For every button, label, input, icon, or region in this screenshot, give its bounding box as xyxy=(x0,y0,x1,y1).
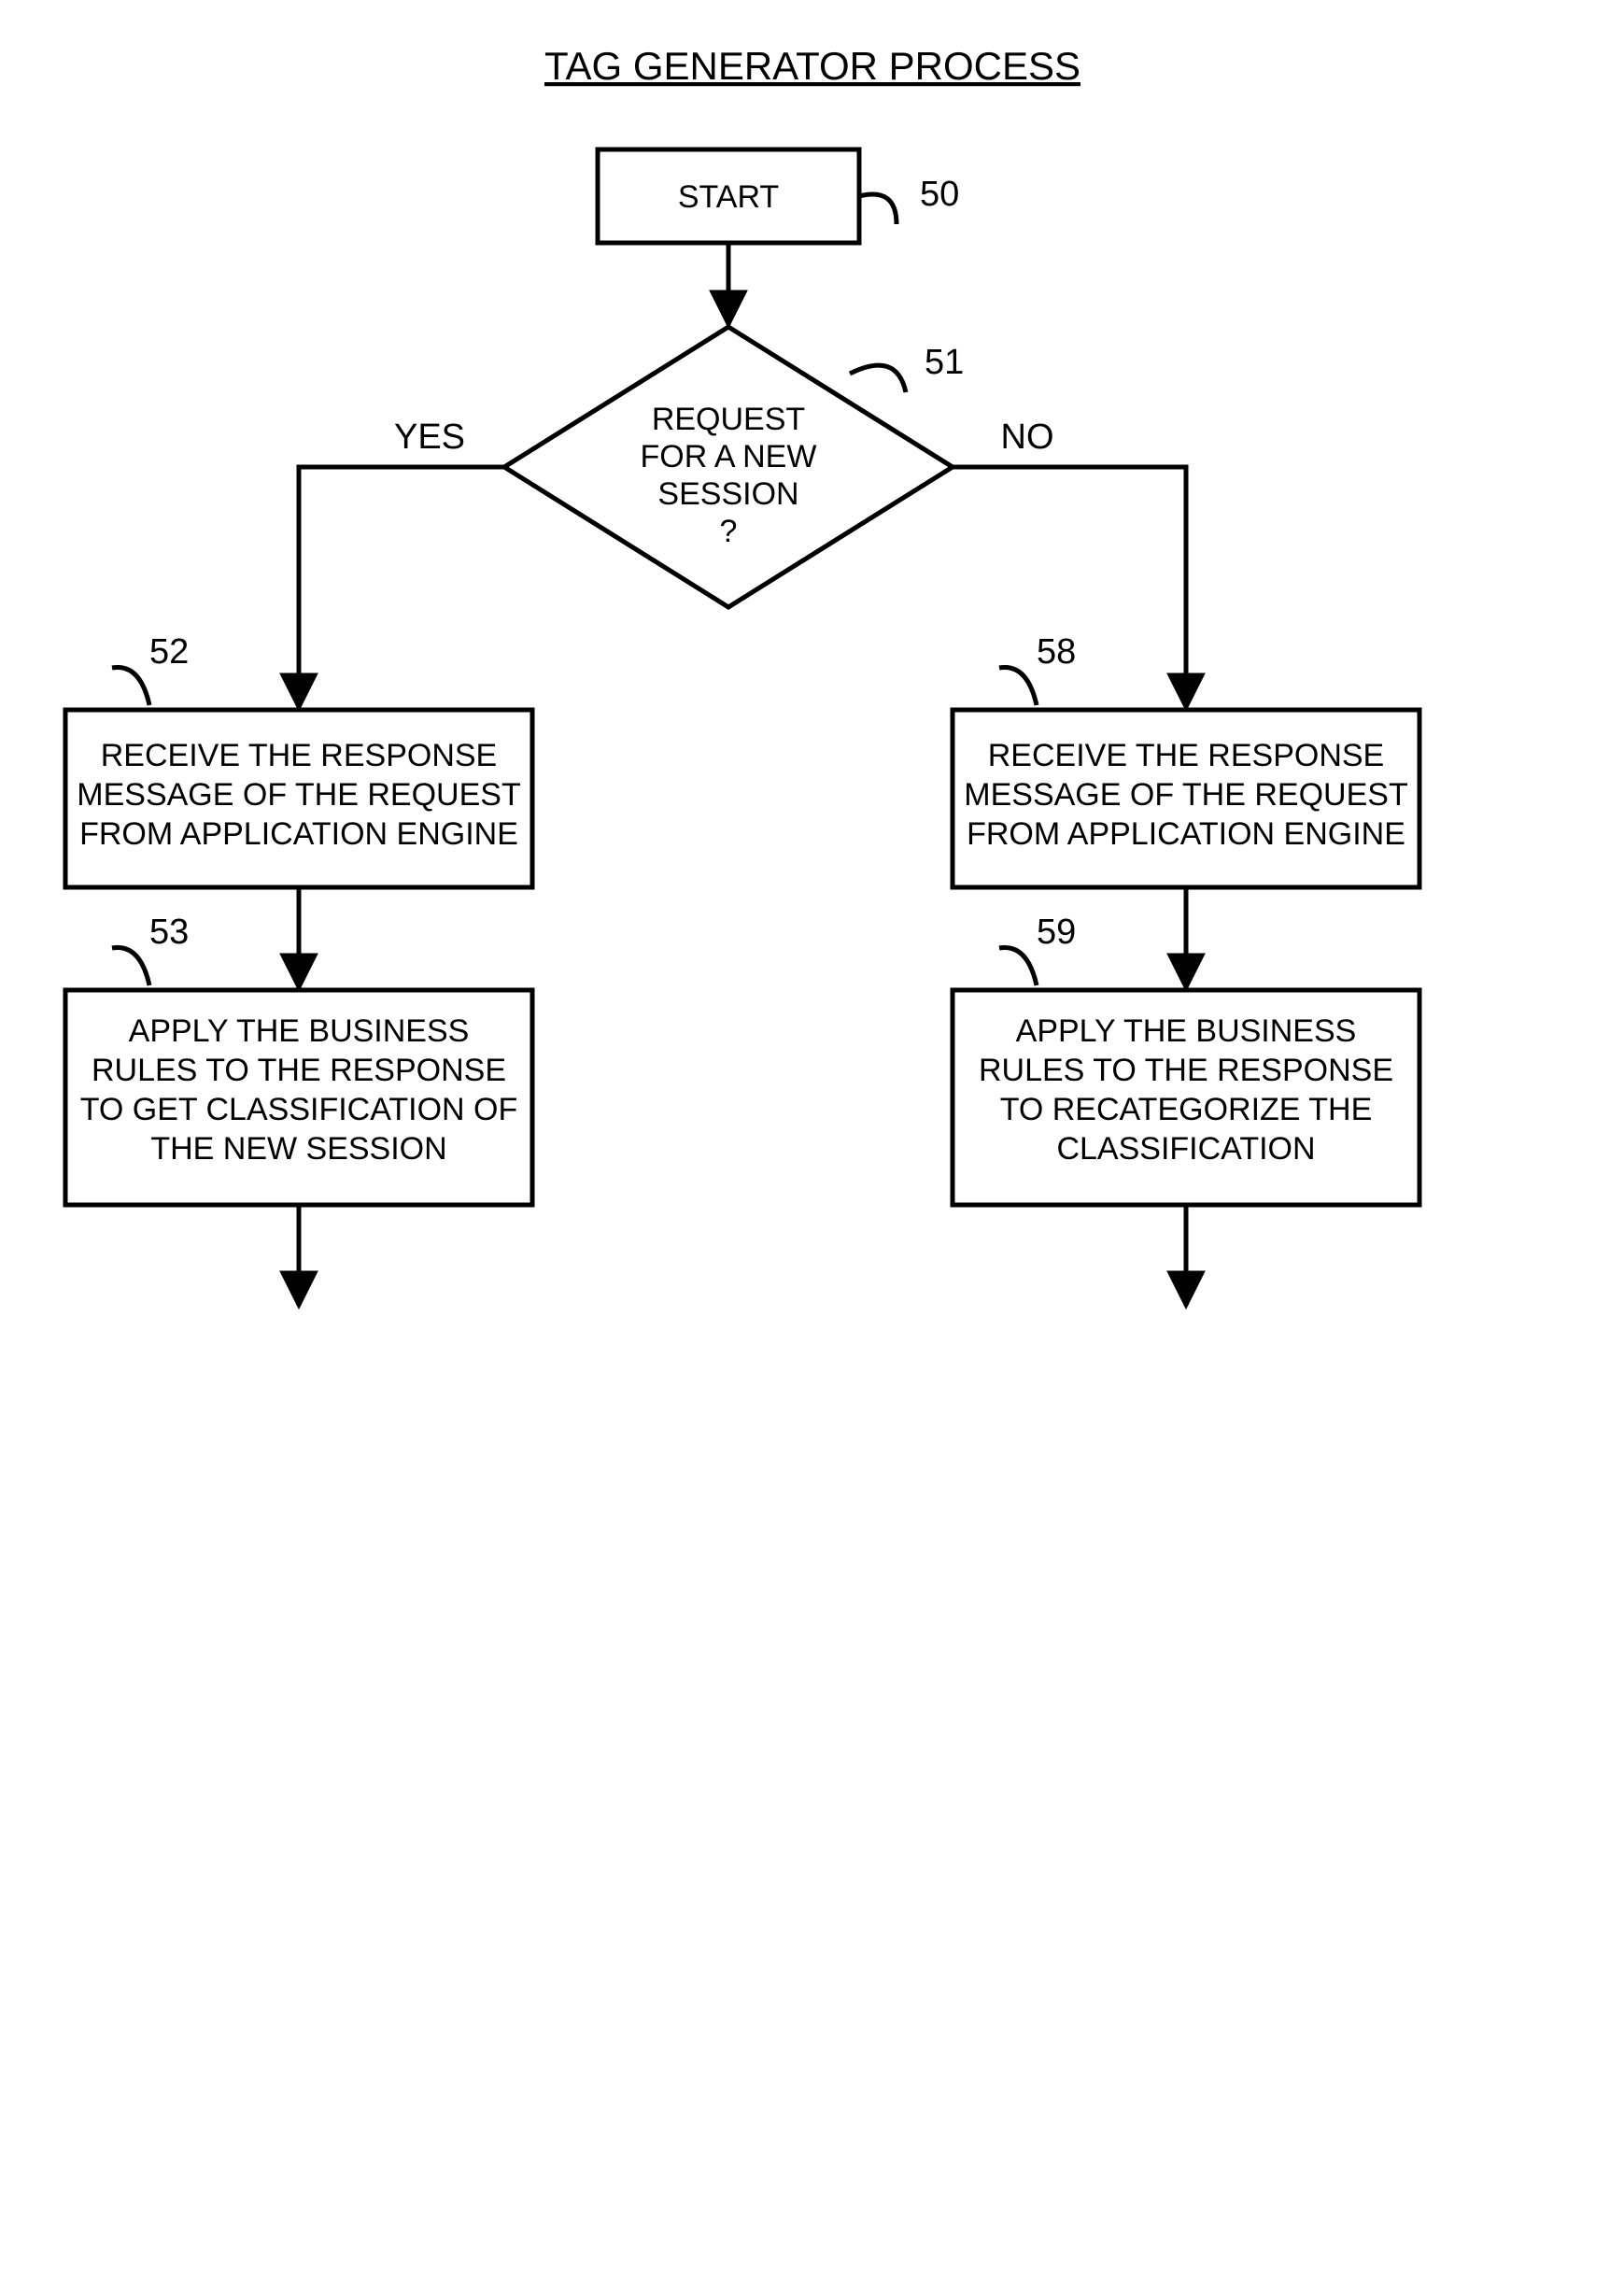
n53-l3: TO GET CLASSIFICATION OF xyxy=(80,1092,518,1127)
n59-l3: TO RECATEGORIZE THE xyxy=(1000,1092,1373,1127)
diagram-title: TAG GENERATOR PROCESS xyxy=(544,44,1080,88)
n53-l4: THE NEW SESSION xyxy=(150,1131,446,1167)
n58-l1: RECEIVE THE RESPONSE xyxy=(988,738,1385,773)
n59-l4: CLASSIFICATION xyxy=(1056,1131,1315,1167)
ref-59: 59 xyxy=(1037,913,1076,952)
n52-l2: MESSAGE OF THE REQUEST xyxy=(77,777,520,813)
no-label: NO xyxy=(1001,418,1054,457)
decision-text-1: REQUEST xyxy=(652,402,805,437)
n58-l3: FROM APPLICATION ENGINE xyxy=(967,816,1405,852)
n58-l2: MESSAGE OF THE REQUEST xyxy=(964,777,1407,813)
decision-text-3: SESSION xyxy=(657,476,798,512)
node-start: START 50 xyxy=(598,149,959,243)
n53-l1: APPLY THE BUSINESS xyxy=(129,1013,470,1049)
yes-label: YES xyxy=(394,418,465,457)
n59-l1: APPLY THE BUSINESS xyxy=(1016,1013,1357,1049)
flowchart: TAG GENERATOR PROCESS START 50 REQUEST F… xyxy=(0,0,1624,2279)
n52-l3: FROM APPLICATION ENGINE xyxy=(79,816,518,852)
n52-l1: RECEIVE THE RESPONSE xyxy=(101,738,498,773)
node-decision: REQUEST FOR A NEW SESSION ? 51 xyxy=(504,327,964,607)
ref-53: 53 xyxy=(149,913,189,952)
edge-no xyxy=(953,467,1186,708)
ref-58: 58 xyxy=(1037,632,1076,672)
n53-l2: RULES TO THE RESPONSE xyxy=(92,1053,506,1088)
decision-text-4: ? xyxy=(720,514,738,549)
ref-52: 52 xyxy=(149,632,189,672)
ref-51: 51 xyxy=(925,343,964,382)
n59-l2: RULES TO THE RESPONSE xyxy=(979,1053,1393,1088)
decision-text-2: FOR A NEW xyxy=(641,439,817,474)
edge-yes xyxy=(299,467,504,708)
ref-50: 50 xyxy=(920,175,959,214)
start-label: START xyxy=(678,179,779,215)
